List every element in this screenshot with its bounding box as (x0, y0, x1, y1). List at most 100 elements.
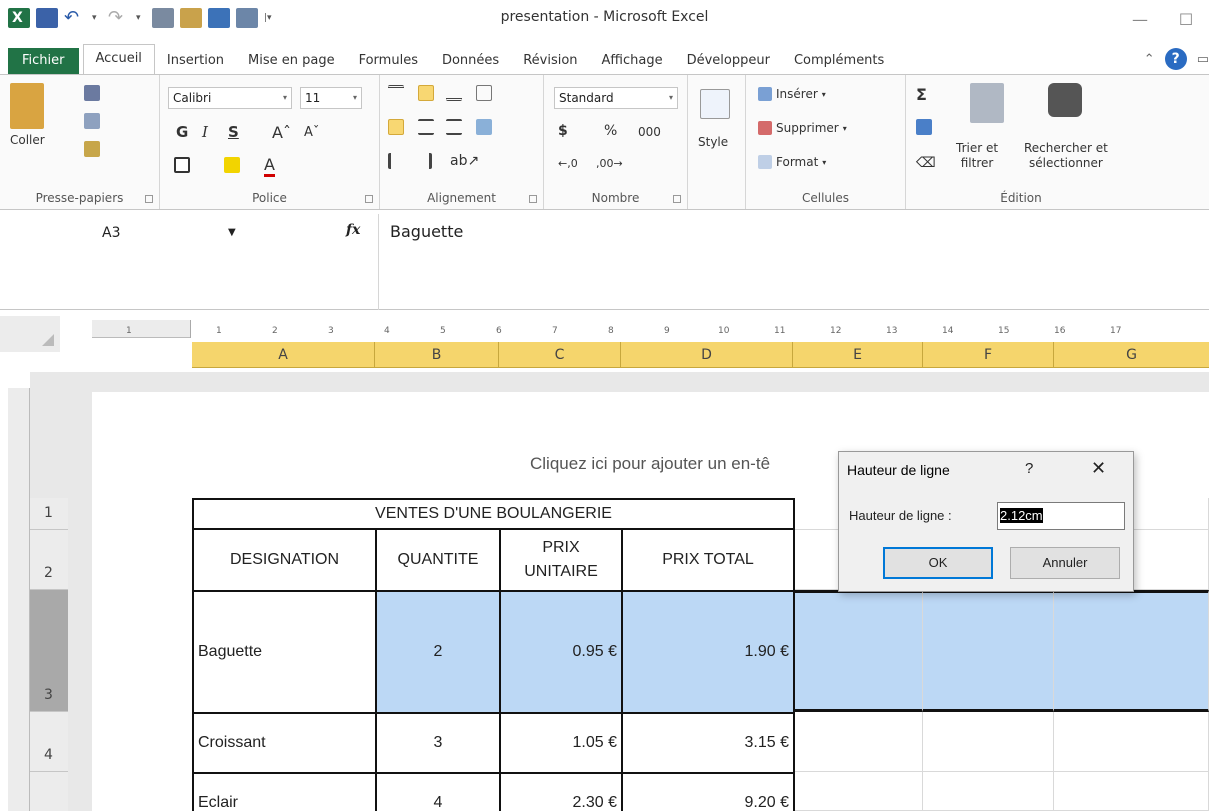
copy-icon[interactable] (84, 113, 100, 129)
cell-quantite[interactable]: 4 (375, 772, 501, 811)
tab-accueil[interactable]: Accueil (82, 44, 155, 74)
ribbon-minimize-icon[interactable]: ▭ (1197, 52, 1209, 67)
column-header-b[interactable]: B (375, 342, 499, 368)
align-bottom-icon[interactable] (446, 85, 462, 101)
font-size-combo[interactable]: 11 ▾ (300, 87, 362, 109)
row-header-5[interactable] (30, 772, 68, 811)
row-header-1[interactable]: 1 (30, 498, 68, 530)
ok-button[interactable]: OK (883, 547, 993, 579)
cell-quantite[interactable]: 3 (375, 712, 501, 774)
percent-button[interactable]: % (604, 123, 617, 139)
cell-quantite[interactable]: 2 (375, 590, 501, 714)
selected-cell-e3[interactable] (793, 590, 923, 712)
font-launcher-icon[interactable] (365, 195, 373, 203)
row-header-2[interactable]: 2 (30, 530, 68, 590)
header-designation[interactable]: DESIGNATION (192, 528, 377, 592)
cell-designation[interactable]: Croissant (192, 712, 377, 774)
format-button[interactable]: Format ▾ (758, 155, 826, 169)
find-select-icon[interactable] (1048, 83, 1082, 117)
number-format-combo[interactable]: Standard ▾ (554, 87, 678, 109)
insert-function-icon[interactable]: fx (346, 222, 360, 238)
selected-cell-g3[interactable] (1054, 590, 1209, 712)
column-header-d[interactable]: D (621, 342, 793, 368)
delete-button[interactable]: Supprimer ▾ (758, 121, 847, 135)
shrink-font-icon[interactable]: Aˇ (304, 125, 319, 140)
tab-fichier[interactable]: Fichier (8, 48, 79, 74)
increase-indent-icon[interactable] (416, 153, 432, 169)
align-center-icon[interactable] (418, 119, 434, 135)
underline-button[interactable]: S (228, 123, 239, 141)
orientation-icon[interactable]: ab↗ (450, 153, 479, 169)
column-header-f[interactable]: F (923, 342, 1054, 368)
column-header-e[interactable]: E (793, 342, 923, 368)
maximize-button[interactable]: ☐ (1163, 0, 1209, 38)
merge-center-icon[interactable] (476, 119, 492, 135)
selected-cell-f3[interactable] (923, 590, 1054, 712)
column-header-c[interactable]: C (499, 342, 621, 368)
cancel-button[interactable]: Annuler (1010, 547, 1120, 579)
cell-designation[interactable]: Baguette (192, 590, 377, 714)
cut-icon[interactable] (84, 85, 100, 101)
grid-cell[interactable] (1054, 772, 1209, 811)
tab-formules[interactable]: Formules (347, 48, 430, 74)
number-launcher-icon[interactable] (673, 195, 681, 203)
insert-button[interactable]: Insérer ▾ (758, 87, 826, 101)
increase-decimal-icon[interactable]: ←,0 (558, 157, 578, 170)
cell-prix-total[interactable]: 1.90 € (621, 590, 795, 714)
format-painter-icon[interactable] (84, 141, 100, 157)
cell-designation[interactable]: Eclair (192, 772, 377, 811)
grid-cell[interactable] (923, 772, 1054, 811)
cell-prix-total[interactable]: 9.20 € (621, 772, 795, 811)
tab-mise-en-page[interactable]: Mise en page (236, 48, 347, 74)
cell-prix-total[interactable]: 3.15 € (621, 712, 795, 774)
name-box-dropdown-icon[interactable]: ▼ (228, 220, 236, 246)
sort-filter-button[interactable]: Trier et filtrer (956, 141, 998, 171)
italic-button[interactable]: I (202, 123, 208, 141)
cell-prix-unitaire[interactable]: 1.05 € (499, 712, 623, 774)
sort-filter-icon[interactable] (970, 83, 1004, 123)
clipboard-launcher-icon[interactable] (145, 195, 153, 203)
borders-icon[interactable] (174, 157, 190, 173)
row-height-input[interactable]: 2.12cm (997, 502, 1125, 530)
column-header-g[interactable]: G (1054, 342, 1209, 368)
grid-cell[interactable] (1054, 712, 1209, 772)
decrease-indent-icon[interactable] (388, 153, 404, 169)
tab-complements[interactable]: Compléments (782, 48, 896, 74)
font-color-icon[interactable]: A (264, 155, 275, 177)
row-header-3[interactable]: 3 (30, 590, 68, 712)
autosum-icon[interactable]: Σ (916, 85, 927, 104)
header-quantite[interactable]: QUANTITE (375, 528, 501, 592)
fill-icon[interactable] (916, 119, 932, 135)
grid-cell[interactable] (793, 772, 923, 811)
align-top-icon[interactable] (388, 85, 404, 101)
tab-donnees[interactable]: Données (430, 48, 511, 74)
header-prix-unitaire[interactable]: PRIX UNITAIRE (499, 528, 623, 592)
name-box[interactable]: A3 (8, 220, 244, 246)
minimize-button[interactable]: — (1117, 0, 1163, 38)
clear-icon[interactable]: ⌫ (916, 155, 936, 171)
add-header-hint[interactable]: Cliquez ici pour ajouter un en-tê (530, 454, 770, 474)
column-header-a[interactable]: A (192, 342, 375, 368)
currency-button[interactable]: $ (558, 123, 568, 139)
dialog-close-button[interactable]: ✕ (1091, 458, 1106, 479)
fill-color-icon[interactable] (224, 157, 240, 173)
align-middle-icon[interactable] (418, 85, 434, 101)
decrease-decimal-icon[interactable]: ,00→ (596, 157, 623, 170)
grid-cell[interactable] (793, 712, 923, 772)
alignment-launcher-icon[interactable] (529, 195, 537, 203)
cell-prix-unitaire[interactable]: 2.30 € (499, 772, 623, 811)
tab-affichage[interactable]: Affichage (590, 48, 675, 74)
font-name-combo[interactable]: Calibri ▾ (168, 87, 292, 109)
collapse-ribbon-icon[interactable]: ⌃ (1144, 52, 1155, 67)
grid-cell[interactable] (923, 712, 1054, 772)
dialog-help-button[interactable]: ? (1025, 460, 1033, 477)
grow-font-icon[interactable]: Aˆ (272, 123, 291, 142)
find-select-button[interactable]: Rechercher et sélectionner (1024, 141, 1108, 171)
cell-prix-unitaire[interactable]: 0.95 € (499, 590, 623, 714)
align-left-icon[interactable] (388, 119, 404, 135)
thousands-button[interactable]: 000 (638, 125, 661, 139)
paste-button[interactable]: Coller (10, 83, 45, 147)
header-prix-total[interactable]: PRIX TOTAL (621, 528, 795, 592)
tab-insertion[interactable]: Insertion (155, 48, 236, 74)
formula-input[interactable]: Baguette (390, 222, 463, 241)
